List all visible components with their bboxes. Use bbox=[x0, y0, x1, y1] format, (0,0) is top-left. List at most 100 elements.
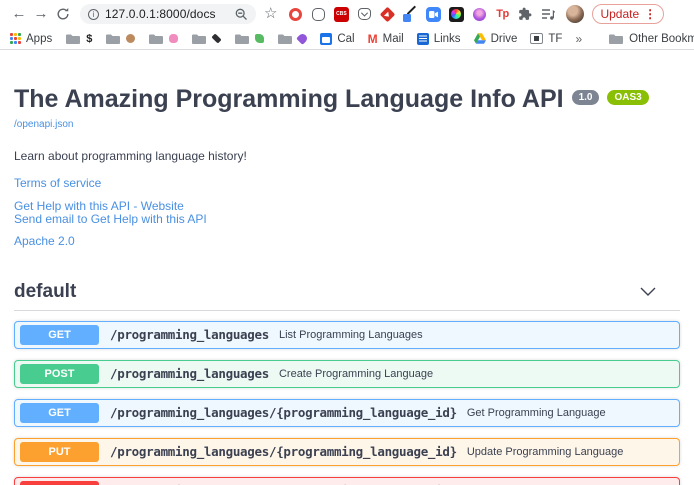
bookmark-star-icon[interactable]: ☆ bbox=[264, 0, 277, 28]
forward-icon[interactable]: → bbox=[30, 0, 52, 28]
bookmark-mail[interactable]: M Mail bbox=[368, 32, 404, 46]
swagger-docs-page: The Amazing Programming Language Info AP… bbox=[0, 50, 694, 485]
endpoint-row[interactable]: GET /programming_languages List Programm… bbox=[14, 321, 680, 349]
chevron-down-icon[interactable] bbox=[640, 287, 656, 296]
brain-emoji-icon bbox=[169, 34, 178, 43]
bookmarks-overflow-chevron[interactable]: » bbox=[575, 32, 582, 46]
bookmark-drive[interactable]: Drive bbox=[474, 33, 518, 45]
opera-ring-extension-icon[interactable] bbox=[287, 6, 303, 22]
openapi-spec-link[interactable]: /openapi.json bbox=[14, 119, 74, 130]
bookmark-links[interactable]: Links bbox=[417, 33, 461, 45]
update-button[interactable]: Update ⋮ bbox=[592, 4, 664, 24]
flower-extension-icon[interactable] bbox=[471, 6, 487, 22]
endpoint-summary: Update Programming Language bbox=[467, 446, 624, 458]
back-icon[interactable]: ← bbox=[8, 0, 30, 28]
tp-glyph: Tp bbox=[496, 8, 508, 20]
folder-icon bbox=[148, 33, 164, 45]
endpoint-row[interactable]: GET /programming_languages/{programming_… bbox=[14, 399, 680, 427]
page-title: The Amazing Programming Language Info AP… bbox=[14, 86, 564, 114]
method-badge[interactable]: GET bbox=[20, 403, 99, 423]
other-bookmarks-folder[interactable]: Other Bookmarks bbox=[608, 33, 694, 45]
folder-icon bbox=[105, 33, 121, 45]
endpoint-summary: List Programming Languages bbox=[279, 329, 423, 341]
color-picker-extension-icon[interactable] bbox=[402, 6, 418, 22]
chat-bubble-extension-icon[interactable] bbox=[310, 6, 326, 22]
gmail-icon: M bbox=[368, 32, 378, 46]
reload-icon[interactable] bbox=[52, 7, 74, 21]
cbs-extension-icon[interactable]: CBS bbox=[333, 6, 349, 22]
tf-label: TF bbox=[548, 33, 562, 45]
endpoint-row[interactable]: POST /programming_languages Create Progr… bbox=[14, 360, 680, 388]
puzzle-extension-icon[interactable] bbox=[517, 6, 533, 22]
url-input[interactable]: 127.0.0.1:8000/docs bbox=[105, 7, 229, 21]
url-bar[interactable]: i 127.0.0.1:8000/docs bbox=[80, 4, 256, 24]
playlist-extension-icon[interactable] bbox=[540, 6, 556, 22]
endpoint-path: /programming_languages bbox=[110, 366, 269, 381]
cbs-glyph: CBS bbox=[334, 7, 349, 22]
calendar-icon bbox=[320, 33, 332, 45]
tag-name: default bbox=[14, 281, 76, 303]
extensions-row: CBS Tp bbox=[287, 6, 556, 22]
bookmark-tf[interactable]: TF bbox=[530, 33, 562, 45]
list-icon bbox=[417, 33, 429, 45]
apps-shortcut[interactable]: Apps bbox=[10, 33, 52, 45]
zoom-out-icon[interactable] bbox=[235, 8, 248, 21]
browser-toolbar: ← → i 127.0.0.1:8000/docs ☆ CBS Tp bbox=[0, 0, 694, 28]
browser-window: ← → i 127.0.0.1:8000/docs ☆ CBS Tp bbox=[0, 0, 694, 485]
folder-icon bbox=[608, 33, 624, 45]
drive-label: Drive bbox=[491, 33, 518, 45]
bookmark-folder-purple[interactable] bbox=[277, 33, 307, 45]
method-badge[interactable]: POST bbox=[20, 364, 99, 384]
bookmark-cal[interactable]: Cal bbox=[320, 33, 354, 45]
tag-section-default[interactable]: default bbox=[14, 281, 680, 311]
horse-emoji-icon bbox=[126, 34, 135, 43]
method-badge[interactable]: DELETE bbox=[20, 481, 99, 485]
contact-website-link[interactable]: Get Help with this API - Website bbox=[14, 200, 680, 213]
send-diamond-extension-icon[interactable] bbox=[379, 6, 395, 22]
profile-avatar[interactable] bbox=[566, 5, 584, 23]
update-label: Update bbox=[600, 7, 639, 21]
api-description: Learn about programming language history… bbox=[14, 149, 680, 163]
folder-icon bbox=[277, 33, 293, 45]
bookmark-folder-green[interactable] bbox=[234, 33, 264, 45]
links-label: Links bbox=[434, 33, 461, 45]
tf-icon bbox=[530, 33, 543, 44]
bookmark-folder-horse[interactable] bbox=[105, 33, 135, 45]
endpoint-row[interactable]: PUT /programming_languages/{programming_… bbox=[14, 438, 680, 466]
license-link[interactable]: Apache 2.0 bbox=[14, 235, 680, 248]
endpoint-path: /programming_languages bbox=[110, 327, 269, 342]
method-badge[interactable]: GET bbox=[20, 325, 99, 345]
graduation-cap-emoji-icon bbox=[212, 33, 222, 43]
title-line: The Amazing Programming Language Info AP… bbox=[14, 86, 680, 114]
leaf-emoji-icon bbox=[255, 34, 264, 43]
tp-extension-icon[interactable]: Tp bbox=[494, 6, 510, 22]
endpoint-path: /programming_languages/{programming_lang… bbox=[110, 405, 457, 420]
endpoint-row[interactable]: DELETE /programming_languages/{programmi… bbox=[14, 477, 680, 485]
oas3-badge: OAS3 bbox=[607, 90, 648, 105]
method-badge[interactable]: PUT bbox=[20, 442, 99, 462]
other-bookmarks-label: Other Bookmarks bbox=[629, 33, 694, 45]
drive-icon bbox=[474, 33, 486, 44]
zoom-camera-extension-icon[interactable] bbox=[425, 6, 441, 22]
folder-icon bbox=[65, 33, 81, 45]
bookmark-folder-finance[interactable]: $ bbox=[65, 33, 92, 45]
terms-of-service-link[interactable]: Terms of service bbox=[14, 177, 680, 190]
apps-label: Apps bbox=[26, 33, 52, 45]
kebab-menu-icon[interactable]: ⋮ bbox=[644, 7, 656, 21]
info-links: Terms of service Get Help with this API … bbox=[14, 177, 680, 248]
dollar-glyph: $ bbox=[86, 33, 92, 45]
art-wheel-extension-icon[interactable] bbox=[448, 6, 464, 22]
version-badge: 1.0 bbox=[572, 90, 600, 105]
purple-heart-emoji-icon bbox=[296, 32, 309, 45]
bookmarks-bar: Apps $ Cal M bbox=[0, 28, 694, 50]
contact-email-link[interactable]: Send email to Get Help with this API bbox=[14, 213, 680, 226]
cal-label: Cal bbox=[337, 33, 354, 45]
folder-icon bbox=[234, 33, 250, 45]
bookmark-folder-school[interactable] bbox=[191, 33, 221, 45]
endpoint-summary: Create Programming Language bbox=[279, 368, 433, 380]
bookmark-folder-brain[interactable] bbox=[148, 33, 178, 45]
endpoint-path: /programming_languages/{programming_lang… bbox=[110, 444, 457, 459]
pocket-extension-icon[interactable] bbox=[356, 6, 372, 22]
site-info-icon[interactable]: i bbox=[88, 9, 99, 20]
mail-label: Mail bbox=[383, 33, 404, 45]
